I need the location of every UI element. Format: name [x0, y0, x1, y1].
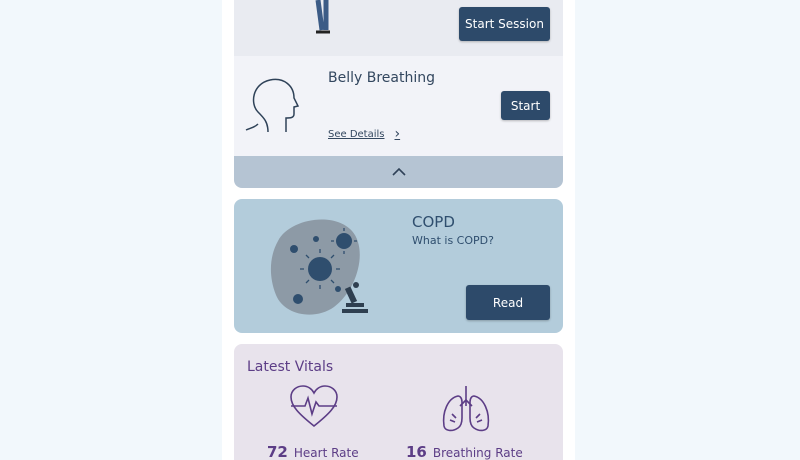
heart-rate-vital: 72 Heart Rate: [267, 443, 359, 460]
latest-vitals-title: Latest Vitals: [247, 359, 334, 375]
person-illustration: [315, 0, 330, 34]
copd-title: COPD: [412, 213, 455, 231]
start-session-button[interactable]: Start Session: [459, 7, 550, 41]
chevron-right-icon[interactable]: ›: [395, 126, 401, 142]
head-profile-icon: [245, 78, 300, 133]
breathing-rate-label: Breathing Rate: [432, 446, 523, 460]
latest-vitals-card: Latest Vitals 72 Heart Rate 16 Breathing…: [234, 344, 563, 460]
heart-rate-icon: [290, 385, 338, 428]
copd-subtitle: What is COPD?: [412, 234, 494, 247]
belly-breathing-card: Belly Breathing See Details › Start: [234, 56, 563, 156]
breathing-rate-vital: 16 Breathing Rate: [406, 443, 523, 460]
chevron-up-icon[interactable]: [391, 167, 407, 177]
belly-breathing-title: Belly Breathing: [328, 70, 435, 86]
see-details-label[interactable]: See Details: [328, 129, 385, 140]
lungs-icon: [442, 386, 490, 432]
start-button[interactable]: Start: [501, 91, 550, 120]
collapse-toggle[interactable]: [234, 156, 563, 188]
see-details-link[interactable]: See Details ›: [328, 126, 400, 142]
read-button[interactable]: Read: [466, 285, 550, 320]
copd-card: COPD What is COPD? Read: [234, 199, 563, 333]
session-card: Start Session: [234, 0, 563, 56]
heart-rate-value: 72: [267, 443, 288, 460]
heart-rate-label: Heart Rate: [293, 446, 359, 460]
virus-microscope-illustration: [270, 219, 368, 315]
breathing-rate-value: 16: [406, 443, 427, 460]
app-screen: Start Session Belly Breathing See Detail…: [222, 0, 575, 460]
